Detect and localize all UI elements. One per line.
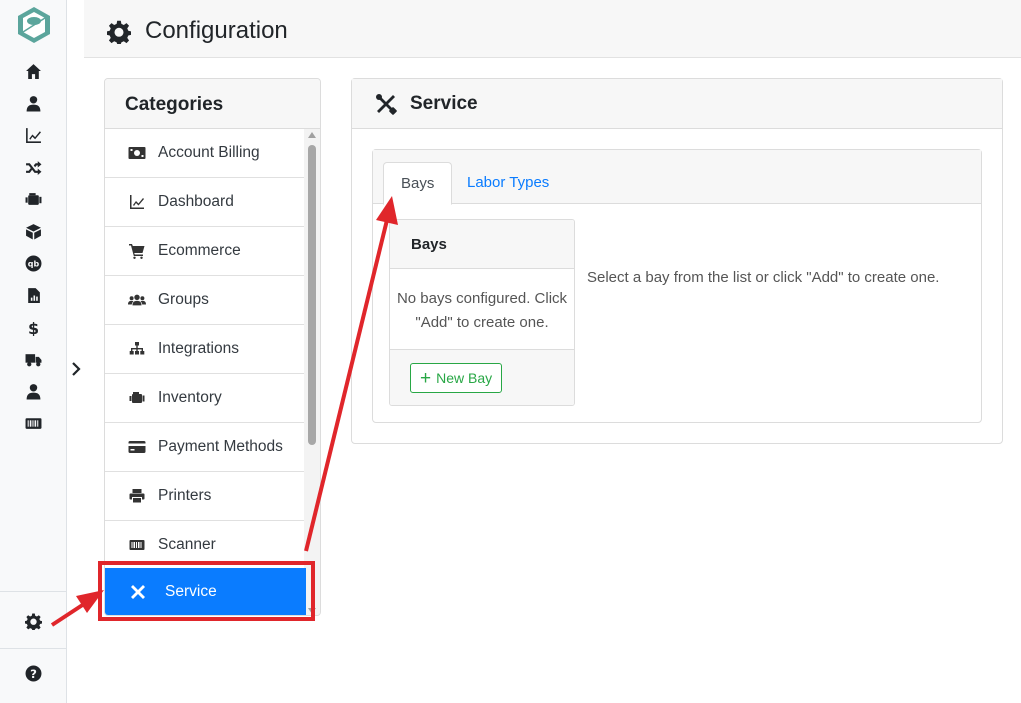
cart-icon (126, 242, 148, 260)
categories-scrollbar[interactable] (304, 129, 320, 615)
new-bay-button[interactable]: + New Bay (410, 363, 503, 393)
rail-divider (0, 648, 67, 649)
rail-divider (0, 591, 67, 592)
printer-icon (126, 487, 148, 505)
svg-text:$: $ (27, 319, 38, 336)
category-integrations[interactable]: Integrations (105, 325, 306, 374)
annotation-highlight-box (98, 561, 315, 621)
category-label: Integrations (158, 340, 239, 357)
tab-bar: Bays Labor Types (373, 150, 981, 205)
truck-icon[interactable] (20, 348, 46, 370)
bays-empty-message: No bays configured. Click "Add" to creat… (390, 269, 574, 350)
user-icon[interactable] (20, 92, 46, 114)
gear-icon[interactable] (20, 610, 46, 632)
gear-icon (107, 20, 131, 44)
scrollbar-thumb[interactable] (308, 145, 316, 445)
plus-icon: + (420, 367, 432, 389)
category-printers[interactable]: Printers (105, 472, 306, 521)
expand-sidebar-chevron-icon[interactable] (69, 358, 83, 380)
box-icon[interactable] (20, 220, 46, 242)
barcode-icon (126, 536, 148, 554)
user-icon[interactable] (20, 380, 46, 402)
quickbooks-icon[interactable]: qb (20, 252, 46, 274)
engine-icon (126, 389, 148, 407)
category-payment-methods[interactable]: Payment Methods (105, 423, 306, 472)
barcode-icon[interactable] (20, 412, 46, 434)
chart-line-icon[interactable] (20, 124, 46, 146)
category-ecommerce[interactable]: Ecommerce (105, 227, 306, 276)
service-tabs-card: Bays Labor Types Bays No bays configured… (372, 149, 982, 423)
left-nav-rail: qb $ ? (0, 0, 67, 703)
sitemap-icon (126, 340, 148, 358)
category-label: Ecommerce (158, 242, 241, 259)
scroll-up-arrow-icon[interactable] (308, 132, 316, 138)
app-logo[interactable] (14, 5, 54, 45)
home-icon[interactable] (20, 60, 46, 82)
category-label: Printers (158, 487, 212, 504)
page-header: Configuration (84, 0, 1021, 58)
dollar-icon[interactable]: $ (20, 316, 46, 338)
category-inventory[interactable]: Inventory (105, 374, 306, 423)
category-groups[interactable]: Groups (105, 276, 306, 325)
category-account-billing[interactable]: Account Billing (105, 129, 306, 178)
service-panel: Service Bays Labor Types Bays No bays co… (351, 78, 1003, 444)
tab-bays[interactable]: Bays (383, 162, 453, 205)
bays-list-card: Bays No bays configured. Click "Add" to … (389, 219, 575, 406)
chart-line-icon (126, 193, 148, 211)
tools-icon (374, 92, 398, 116)
bays-list-footer: + New Bay (390, 350, 574, 405)
page-title: Configuration (145, 17, 288, 44)
service-header: Service (352, 79, 1002, 129)
category-label: Scanner (158, 536, 216, 553)
users-icon (126, 291, 148, 309)
category-dashboard[interactable]: Dashboard (105, 178, 306, 227)
shuffle-icon[interactable] (20, 156, 46, 178)
category-label: Inventory (158, 389, 222, 406)
report-icon[interactable] (20, 284, 46, 306)
bays-list-title: Bays (390, 220, 574, 269)
categories-panel: Categories Account Billing Dashboard Eco… (104, 78, 321, 616)
category-label: Payment Methods (158, 438, 283, 455)
category-label: Groups (158, 291, 209, 308)
tab-labor-types[interactable]: Labor Types (450, 162, 566, 205)
categories-title: Categories (105, 79, 320, 129)
category-label: Dashboard (158, 193, 234, 210)
category-label: Account Billing (158, 144, 260, 161)
new-bay-label: New Bay (436, 370, 493, 386)
help-icon[interactable]: ? (20, 662, 46, 684)
svg-text:?: ? (30, 666, 37, 680)
engine-icon[interactable] (20, 188, 46, 210)
bay-detail-hint: Select a bay from the list or click "Add… (587, 269, 940, 286)
money-bill-icon (126, 144, 148, 162)
credit-card-icon (126, 438, 148, 456)
service-title: Service (410, 92, 478, 114)
svg-text:qb: qb (27, 259, 39, 268)
